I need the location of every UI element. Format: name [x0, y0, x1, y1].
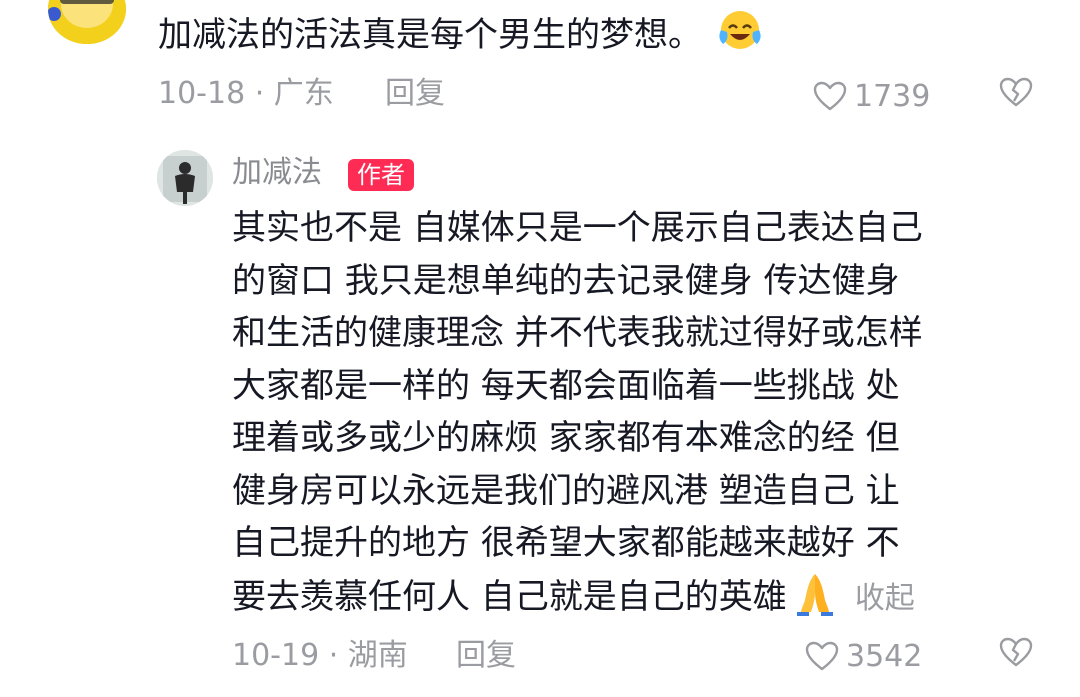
- commenter-avatar[interactable]: [48, 0, 126, 44]
- top-comment-text: 加减法的活法真是每个男生的梦想。: [158, 8, 765, 58]
- top-comment-meta: 10-18 · 广东: [158, 76, 334, 111]
- top-comment-reply-button[interactable]: 回复: [385, 74, 445, 114]
- author-name[interactable]: 加减法: [232, 152, 322, 194]
- top-comment-like-button[interactable]: 1739: [812, 76, 930, 116]
- top-comment-like-count: 1739: [854, 78, 931, 114]
- author-reply-reply-button[interactable]: 回复: [456, 636, 516, 676]
- collapse-button[interactable]: 收起: [855, 581, 915, 616]
- folded-hands-emoji: [789, 570, 841, 616]
- author-reply-like-count: 3542: [846, 638, 923, 674]
- heart-outline-icon: [812, 80, 848, 112]
- author-reply-text: 其实也不是 自媒体只是一个展示自己表达自己 的窗口 我只是想单纯的去记录健身 传…: [232, 208, 923, 617]
- author-reply-like-button[interactable]: 3542: [804, 636, 922, 676]
- author-badge: 作者: [348, 159, 414, 191]
- author-avatar[interactable]: [157, 150, 213, 206]
- author-reply-meta: 10-19 · 湖南: [232, 638, 408, 673]
- heart-outline-icon: [804, 640, 840, 672]
- broken-heart-icon[interactable]: [998, 76, 1034, 108]
- broken-heart-icon[interactable]: [998, 636, 1034, 668]
- laughing-crying-emoji: [715, 8, 765, 52]
